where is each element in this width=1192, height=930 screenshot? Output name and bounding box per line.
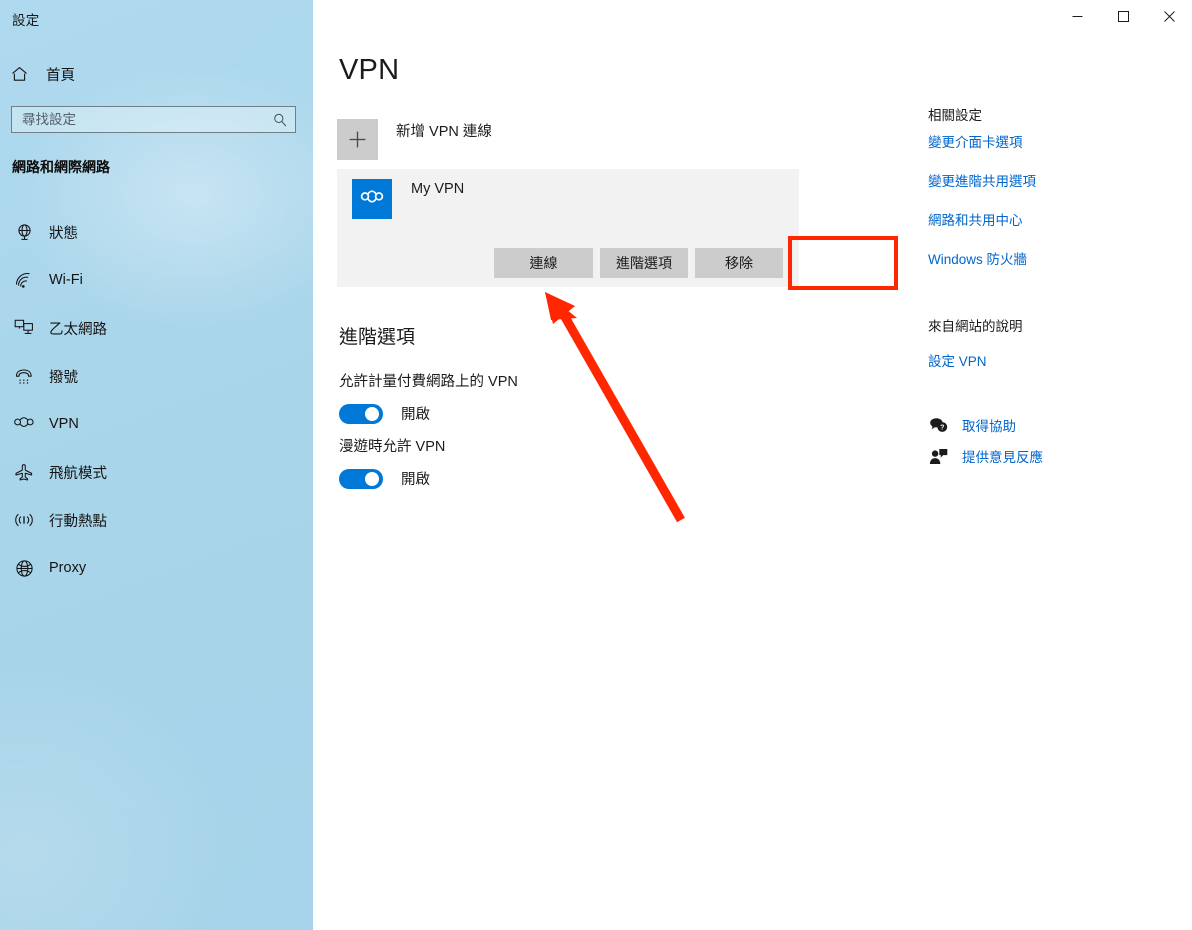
sidebar-item-label: Proxy [49, 560, 87, 576]
right-panel: 相關設定 變更介面卡選項 變更進階共用選項 網路和共用中心 Windows 防火… [928, 0, 1192, 930]
sidebar: 設定 首頁 網路和網際網路 [0, 0, 313, 930]
toggle-knob [365, 471, 379, 486]
sidebar-item-label: 撥號 [49, 369, 78, 386]
advanced-options-button[interactable]: 進階選項 [600, 248, 688, 278]
sidebar-item-airplane-mode[interactable]: 飛航模式 [0, 448, 313, 496]
link-network-and-sharing-center[interactable]: 網路和共用中心 [928, 209, 1023, 229]
remove-button[interactable]: 移除 [695, 248, 783, 278]
search-icon [273, 113, 287, 127]
vpn-connection-item[interactable]: My VPN 連線 進階選項 移除 [337, 169, 799, 287]
sidebar-item-label: 飛航模式 [49, 465, 107, 482]
sidebar-item-label: 行動熱點 [49, 513, 107, 530]
link-windows-firewall[interactable]: Windows 防火牆 [928, 248, 1027, 268]
minimize-button[interactable] [1054, 0, 1100, 32]
connect-button[interactable]: 連線 [494, 248, 593, 278]
sidebar-item-wifi[interactable]: Wi-Fi [0, 256, 313, 304]
search-input[interactable] [22, 112, 273, 127]
get-help-label: 取得協助 [962, 419, 1016, 434]
svg-text:?: ? [940, 425, 944, 432]
wifi-icon [10, 268, 38, 292]
web-help-heading: 來自網站的說明 [928, 319, 1023, 334]
sidebar-item-ethernet[interactable]: 乙太網路 [0, 304, 313, 352]
toggle-knob [365, 406, 379, 421]
vpn-tile-icon [352, 179, 392, 219]
sidebar-section-header: 網路和網際網路 [12, 159, 110, 175]
ethernet-icon [10, 316, 38, 340]
sidebar-item-label: 狀態 [49, 225, 78, 242]
option-allow-vpn-while-roaming: 漫遊時允許 VPN 開啟 [339, 435, 445, 489]
get-help-row[interactable]: ? 取得協助 [928, 415, 1016, 435]
add-vpn-connection-label: 新增 VPN 連線 [396, 124, 492, 140]
app-title: 設定 [12, 13, 40, 28]
sidebar-home-label: 首頁 [46, 67, 75, 84]
maximize-button[interactable] [1100, 0, 1146, 32]
page-title: VPN [339, 54, 400, 86]
option-toggle-row: 開啟 [339, 403, 518, 424]
give-feedback-row[interactable]: 提供意見反應 [928, 446, 1043, 466]
search-box[interactable] [11, 106, 296, 133]
vpn-connection-name: My VPN [411, 181, 465, 197]
globe-icon [10, 556, 38, 580]
sidebar-item-label: Wi-Fi [49, 272, 83, 288]
link-change-advanced-sharing-options[interactable]: 變更進階共用選項 [928, 170, 1036, 190]
window-controls [1054, 0, 1192, 32]
toggle-state-label: 開啟 [401, 407, 430, 423]
airplane-icon [10, 460, 38, 484]
toggle-allow-vpn-while-roaming[interactable] [339, 468, 383, 489]
vpn-action-buttons: 連線 進階選項 移除 [494, 248, 783, 278]
sidebar-item-dialup[interactable]: 撥號 [0, 352, 313, 400]
vpn-connection-header: My VPN [352, 179, 464, 219]
dialup-phone-icon [10, 364, 38, 388]
link-set-up-vpn[interactable]: 設定 VPN [928, 350, 987, 370]
sidebar-item-proxy[interactable]: Proxy [0, 544, 313, 592]
title-bar [313, 0, 1192, 36]
settings-window: 設定 首頁 網路和網際網路 [0, 0, 1192, 930]
toggle-state-label: 開啟 [401, 472, 430, 488]
status-globe-icon [10, 220, 38, 244]
feedback-person-icon [928, 446, 948, 466]
option-label: 允許計量付費網路上的 VPN [339, 374, 518, 390]
sidebar-item-label: VPN [49, 416, 79, 432]
search-container [11, 106, 296, 133]
help-question-bubble-icon: ? [928, 415, 948, 435]
sidebar-nav-list: 狀態 Wi-Fi 乙太網路 撥號 VPN 飛航模式 行動熱點 Proxy [0, 208, 313, 592]
toggle-allow-vpn-over-metered[interactable] [339, 403, 383, 424]
option-toggle-row: 開啟 [339, 468, 445, 489]
hotspot-icon [10, 508, 38, 532]
related-settings-heading: 相關設定 [928, 108, 982, 123]
advanced-options-title: 進階選項 [339, 327, 416, 348]
sidebar-item-label: 乙太網路 [49, 321, 107, 338]
vpn-icon [10, 412, 38, 436]
option-label: 漫遊時允許 VPN [339, 439, 446, 455]
give-feedback-label: 提供意見反應 [962, 450, 1043, 465]
close-button[interactable] [1146, 0, 1192, 32]
link-change-adapter-options[interactable]: 變更介面卡選項 [928, 131, 1023, 151]
highlight-box-connect-button [788, 236, 898, 290]
sidebar-item-status[interactable]: 狀態 [0, 208, 313, 256]
sidebar-item-mobile-hotspot[interactable]: 行動熱點 [0, 496, 313, 544]
add-vpn-connection-button[interactable]: 新增 VPN 連線 [337, 118, 796, 160]
home-icon [11, 66, 37, 82]
plus-icon [337, 118, 378, 160]
option-allow-vpn-over-metered: 允許計量付費網路上的 VPN 開啟 [339, 370, 518, 424]
sidebar-item-vpn[interactable]: VPN [0, 400, 313, 448]
sidebar-item-home[interactable]: 首頁 [0, 60, 313, 88]
